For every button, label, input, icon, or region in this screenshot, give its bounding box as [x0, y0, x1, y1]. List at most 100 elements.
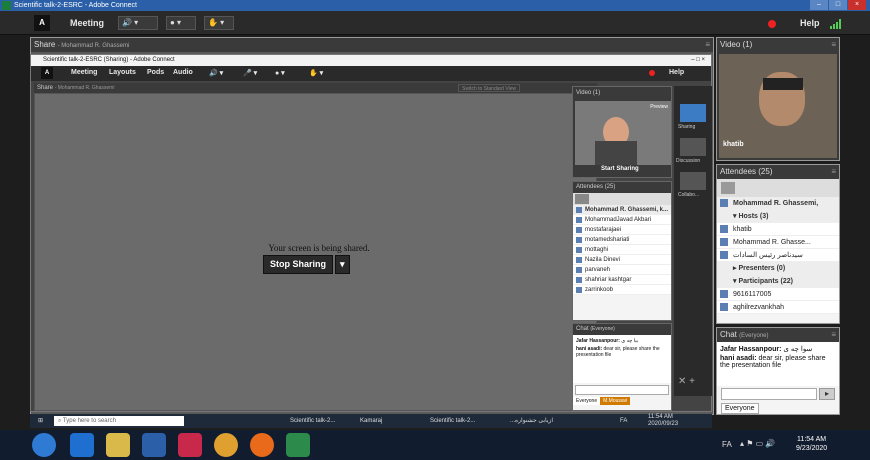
help-menu[interactable]: Help — [800, 18, 820, 28]
app-red-icon[interactable] — [178, 433, 202, 457]
switch-view-button[interactable]: Switch to Standard View — [458, 84, 521, 92]
taskbar-app-3[interactable]: Scientific talk-2... — [430, 416, 475, 426]
list-item[interactable]: zarrinkoob — [573, 285, 671, 295]
participant-glasses — [763, 78, 803, 90]
taskbar-search-input[interactable]: ⌕ Type here to search — [54, 416, 184, 426]
list-item[interactable]: khatib — [717, 223, 839, 236]
tray-icons[interactable]: ▴ ⚑ ▭ 🔊 — [740, 439, 775, 448]
ie-icon[interactable] — [70, 433, 94, 457]
list-item[interactable]: mottaghi — [573, 245, 671, 255]
list-item[interactable]: MohammadJavad Akbari — [573, 215, 671, 225]
video-pod-menu-icon[interactable]: ≡ — [831, 38, 836, 52]
layout-discussion-icon[interactable] — [680, 138, 706, 156]
inner-share-header: Share - Mohammad R. Ghassemi Switch to S… — [34, 83, 597, 93]
inner-speaker-dropdown[interactable]: 🔊 ▾ — [209, 69, 223, 77]
taskbar-app-1[interactable]: Scientific talk-2... — [290, 416, 335, 426]
inner-help-menu[interactable]: Help — [669, 69, 684, 76]
screen-shared-message: Your screen is being shared. — [268, 243, 370, 253]
inner-pods-menu[interactable]: Pods — [147, 69, 164, 76]
share-stage: Your screen is being shared. Stop Sharin… — [34, 93, 597, 411]
chat-tab-everyone[interactable]: Everyone — [721, 403, 759, 414]
inner-share-presenter: - Mohammad R. Ghassemi — [54, 85, 115, 91]
send-message-button[interactable]: ▸ — [819, 388, 835, 400]
stop-sharing-control: Stop Sharing ▾ — [263, 255, 350, 274]
layout-sharing-icon[interactable] — [680, 104, 706, 122]
close-button[interactable]: × — [848, 0, 866, 10]
list-item[interactable]: motamedshariati — [573, 235, 671, 245]
lang-indicator[interactable]: FA — [722, 440, 732, 449]
chat-messages: Jafar Hassanpour: سوا چه ی hani asadi: d… — [717, 342, 839, 386]
inner-menubar: A Meeting Layouts Pods Audio 🔊 ▾ 🎤 ▾ ● ▾… — [31, 66, 711, 81]
list-item[interactable]: parvaneh — [573, 265, 671, 275]
participants-group[interactable]: ▾ Participants (22) — [717, 275, 839, 288]
list-item[interactable]: 9616117005 — [717, 288, 839, 301]
hosts-group[interactable]: ▾ Hosts (3) — [717, 210, 839, 223]
presenters-group[interactable]: ▸ Presenters (0) — [717, 262, 839, 275]
layout-collaboration-label: Collabo... — [678, 192, 700, 198]
list-item[interactable]: aghilrezvankhah — [717, 301, 839, 314]
layout-collaboration-icon[interactable] — [680, 172, 706, 190]
attendees-pod: Attendees (25)≡ Mohammad R. Ghassemi, kh… — [716, 164, 840, 324]
share-pod-header: Share - Mohammad R. Ghassemi ≡ — [31, 38, 713, 52]
taskbar-app-4[interactable]: ...ازیابی جشنواره — [510, 416, 553, 426]
start-sharing-button[interactable]: Start Sharing — [601, 166, 639, 172]
pod-menu-icon[interactable]: ≡ — [705, 38, 710, 52]
inner-chat-tab-everyone[interactable]: Everyone — [573, 397, 601, 405]
attendee-list: ▾ Hosts (3) khatib Mohammad R. Ghasse...… — [717, 210, 839, 314]
video-pod-header: Video (1) ≡ — [717, 38, 839, 52]
adobe-connect-taskbar-icon[interactable] — [286, 433, 310, 457]
inner-share-title: Share — [37, 85, 54, 91]
main-menubar: A Meeting 🔊 ▾ ● ▾ ✋ ▾ Help — [0, 11, 870, 35]
inner-audio-menu[interactable]: Audio — [173, 69, 193, 76]
inner-hand-dropdown[interactable]: ✋ ▾ — [309, 69, 323, 77]
stop-sharing-button[interactable]: Stop Sharing — [263, 255, 333, 274]
list-item[interactable]: سیدناصر رئیس السادات — [717, 249, 839, 262]
webcam-dropdown[interactable]: ● ▾ — [166, 16, 196, 30]
inner-layout-sidebar: Sharing Discussion Collabo... ✕ + — [674, 86, 712, 396]
firefox-icon[interactable] — [250, 433, 274, 457]
start-orb-icon[interactable] — [32, 433, 56, 457]
connection-bars-icon — [830, 19, 841, 29]
taskbar-app-2[interactable]: Kamaraj — [360, 416, 382, 426]
remote-lang-indicator[interactable]: FA — [620, 416, 627, 426]
inner-window-controls[interactable]: – □ × — [691, 55, 705, 66]
list-item[interactable]: Nazila Dinevi — [573, 255, 671, 265]
view-toggle-icon[interactable] — [575, 194, 589, 204]
inner-attendees-presenter-row: Mohammad R. Ghassemi, k... — [573, 205, 671, 215]
adobe-logo-icon: A — [34, 15, 50, 31]
raise-hand-dropdown[interactable]: ✋ ▾ — [204, 16, 234, 30]
windows-start-icon[interactable]: ⊞ — [38, 416, 43, 426]
chat-pod-menu-icon[interactable]: ≡ — [831, 328, 836, 342]
inner-video-pod: Video (1) Preview Start Sharing — [572, 86, 672, 178]
attendees-pod-menu-icon[interactable]: ≡ — [831, 165, 836, 179]
chrome-icon[interactable] — [214, 433, 238, 457]
local-taskbar: FA ▴ ⚑ ▭ 🔊 11:54 AM 9/23/2020 — [0, 430, 870, 460]
add-layout-icon[interactable]: ✕ + — [678, 376, 695, 387]
video-pod: Video (1) ≡ khatib — [716, 37, 840, 161]
inner-meeting-menu[interactable]: Meeting — [71, 69, 97, 76]
inner-chat-tab-private[interactable]: M.Mousavi — [600, 397, 631, 405]
share-pod-title: Share — [34, 40, 56, 49]
meeting-menu[interactable]: Meeting — [70, 18, 104, 28]
minimize-button[interactable]: – — [810, 0, 828, 10]
list-item[interactable]: Mohammad R. Ghasse... — [717, 236, 839, 249]
stop-sharing-dropdown[interactable]: ▾ — [335, 255, 350, 274]
inner-adobe-logo-icon: A — [41, 67, 53, 79]
recording-icon — [768, 20, 776, 28]
speaker-dropdown[interactable]: 🔊 ▾ — [118, 16, 158, 30]
file-explorer-icon[interactable] — [106, 433, 130, 457]
inner-webcam-dropdown[interactable]: ● ▾ — [275, 69, 285, 77]
maximize-button[interactable]: □ — [829, 0, 847, 10]
inner-layouts-menu[interactable]: Layouts — [109, 69, 136, 76]
system-clock[interactable]: 11:54 AM 9/23/2020 — [796, 435, 827, 453]
inner-window-title: Scientific talk-2-ESRC (Sharing) - Adobe… — [43, 57, 175, 63]
list-item[interactable]: shahriar kashtgar — [573, 275, 671, 285]
attendee-view-icon[interactable] — [721, 182, 735, 194]
inner-chat-header: Chat (Everyone) — [573, 324, 671, 335]
inner-chat-input[interactable] — [575, 385, 669, 395]
chat-input[interactable] — [721, 388, 817, 400]
app-icon — [2, 1, 11, 10]
list-item[interactable]: mostafarajaei — [573, 225, 671, 235]
media-player-icon[interactable] — [142, 433, 166, 457]
inner-mic-dropdown[interactable]: 🎤 ▾ — [243, 69, 257, 77]
